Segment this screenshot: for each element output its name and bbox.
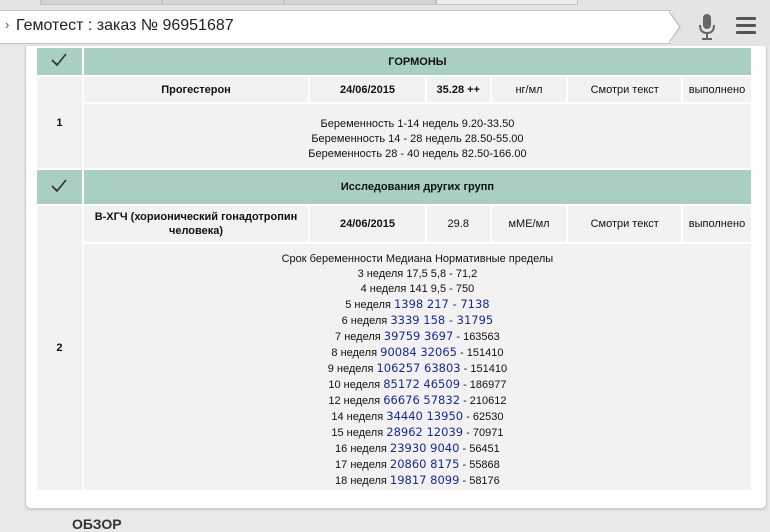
hcg-row: 6 неделя 3339 158 - 31795 [84, 313, 751, 329]
test-date: 24/06/2015 [310, 77, 425, 102]
group-header-row: ГОРМОНЫ [37, 48, 751, 75]
hcg-week: 3 неделя [357, 268, 407, 280]
hcg-week: 14 неделя [331, 411, 387, 423]
checkmark-icon[interactable] [50, 52, 68, 68]
note-row: Беременность 1-14 недель 9.20-33.50 Бере… [37, 104, 751, 168]
hcg-values: 141 9,5 - 750 [409, 283, 475, 295]
chevron-right-icon[interactable]: › [5, 17, 9, 32]
test-note: Беременность 1-14 недель 9.20-33.50 Бере… [83, 104, 751, 168]
checkmark-icon[interactable] [50, 178, 68, 194]
note-line: Беременность 1-14 недель 9.20-33.50 [320, 117, 515, 130]
hcg-row: 3 неделя 17,5 5,8 - 71,2 [84, 267, 751, 282]
hcg-high: - 151410 [460, 363, 508, 375]
hcg-week: 17 неделя [335, 459, 390, 471]
hcg-row: 18 неделя 19817 8099 - 58176 [84, 473, 751, 489]
hcg-row: 17 неделя 20860 8175 - 55868 [84, 457, 751, 473]
note-line: Беременность 28 - 40 недель 82.50-166.00 [308, 147, 527, 160]
hcg-values-link[interactable]: 85172 46509 [383, 377, 460, 391]
hcg-values-link[interactable]: 90084 32065 [380, 345, 457, 359]
hcg-week: 7 неделя [335, 331, 384, 343]
microphone-icon[interactable] [697, 13, 717, 41]
hcg-row: 14 неделя 34440 13950 - 62530 [84, 409, 751, 425]
hcg-week: 5 неделя [345, 299, 394, 311]
group-check-cell[interactable] [37, 48, 82, 75]
hcg-week: 18 неделя [335, 475, 390, 487]
hcg-high: - 70971 [463, 427, 504, 439]
hcg-row: 5 неделя 1398 217 - 7138 [84, 297, 751, 313]
hcg-week: 16 неделя [335, 443, 390, 455]
hcg-week: 8 неделя [331, 347, 381, 359]
hcg-row: 9 неделя 106257 63803 - 151410 [84, 361, 751, 377]
hcg-week: 6 неделя [341, 315, 391, 327]
test-result: 35.28 ++ [426, 77, 490, 102]
hcg-values-link[interactable]: 28962 12039 [386, 425, 463, 439]
note-header: Срок беременности Медиана Нормативные пр… [281, 253, 554, 265]
hcg-values-link[interactable]: 1398 217 - 7138 [394, 297, 490, 311]
hcg-values-link[interactable]: 3339 158 - 31795 [390, 313, 493, 327]
hcg-week: 12 неделя [328, 395, 384, 407]
row-number: 1 [37, 77, 82, 168]
hcg-values-link[interactable]: 39759 3697 [384, 329, 454, 343]
address-bar-arrow-fill [668, 11, 679, 43]
test-note: Срок беременности Медиана Нормативные пр… [83, 244, 751, 490]
test-status: выполнено [683, 77, 751, 102]
test-row: 2 В-ХГЧ (хорионический гонадотропин чело… [37, 206, 751, 490]
hcg-values: 17,5 5,8 - 71,2 [406, 268, 478, 280]
hcg-row: 16 неделя 23930 9040 - 56451 [84, 441, 751, 457]
hcg-high: - 58176 [459, 475, 500, 487]
hcg-week: 15 неделя [331, 427, 387, 439]
tab-strip [0, 0, 770, 5]
hcg-row: 10 неделя 85172 46509 - 186977 [84, 377, 751, 393]
hcg-high: - 186977 [460, 379, 507, 391]
hcg-high: - 151410 [456, 347, 504, 359]
browser-tab[interactable] [284, 0, 436, 5]
browser-tab[interactable] [162, 0, 284, 5]
group-title: Исследования других групп [83, 170, 751, 204]
group-header-row: Исследования других групп [37, 170, 751, 204]
hcg-values-link[interactable]: 19817 8099 [390, 473, 460, 487]
hcg-high: - 56451 [459, 443, 500, 455]
test-name: В-ХГЧ (хорионический гонадотропин челове… [83, 206, 309, 242]
hcg-high: - 210612 [460, 395, 507, 407]
browser-tab[interactable] [40, 0, 162, 5]
hcg-row: 4 неделя 141 9,5 - 750 [84, 282, 751, 297]
test-unit: мМЕ/мл [491, 206, 567, 242]
browser-toolbar: › Гемотест : заказ № 96951687 [0, 0, 770, 46]
results-table: ГОРМОНЫ 1 Прогестерон 24/06/2015 35.28 +… [35, 46, 753, 492]
hcg-week: 4 неделя [360, 283, 410, 295]
note-line: Беременность 14 - 28 недель 28.50-55.00 [311, 132, 524, 145]
hamburger-menu-icon[interactable] [736, 17, 756, 35]
page-title[interactable]: Гемотест : заказ № 96951687 [16, 17, 234, 35]
test-reference: Смотри текст [568, 77, 681, 102]
hcg-week: 10 неделя [328, 379, 384, 391]
hcg-high: - 163563 [453, 331, 500, 343]
hcg-row: 12 неделя 66676 57832 - 210612 [84, 393, 751, 409]
next-section-title: ОБЗОР [72, 516, 122, 532]
test-result: 29.8 [426, 206, 490, 242]
group-check-cell[interactable] [37, 170, 82, 204]
note-row: Срок беременности Медиана Нормативные пр… [37, 244, 751, 490]
hcg-values-link[interactable]: 23930 9040 [390, 441, 460, 455]
hcg-high: - 62530 [463, 411, 504, 423]
test-unit: нг/мл [491, 77, 567, 102]
test-date: 24/06/2015 [310, 206, 425, 242]
hcg-table: 3 неделя 17,5 5,8 - 71,2 4 неделя 141 9,5… [84, 267, 751, 489]
hcg-values-link[interactable]: 34440 13950 [386, 409, 463, 423]
hcg-values-link[interactable]: 20860 8175 [390, 457, 460, 471]
hcg-row: 7 неделя 39759 3697 - 163563 [84, 329, 751, 345]
hcg-row: 8 неделя 90084 32065 - 151410 [84, 345, 751, 361]
test-reference: Смотри текст [568, 206, 681, 242]
row-number: 2 [37, 206, 82, 490]
test-name: Прогестерон [83, 77, 309, 102]
test-row: 1 Прогестерон 24/06/2015 35.28 ++ нг/мл … [37, 77, 751, 168]
hcg-values-link[interactable]: 106257 63803 [376, 361, 460, 375]
hcg-high: - 55868 [459, 459, 500, 471]
browser-tab-active[interactable] [436, 0, 578, 5]
test-status: выполнено [683, 206, 751, 242]
hcg-row: 15 неделя 28962 12039 - 70971 [84, 425, 751, 441]
hcg-week: 9 неделя [327, 363, 377, 375]
hcg-values-link[interactable]: 66676 57832 [383, 393, 460, 407]
group-title: ГОРМОНЫ [83, 48, 751, 75]
